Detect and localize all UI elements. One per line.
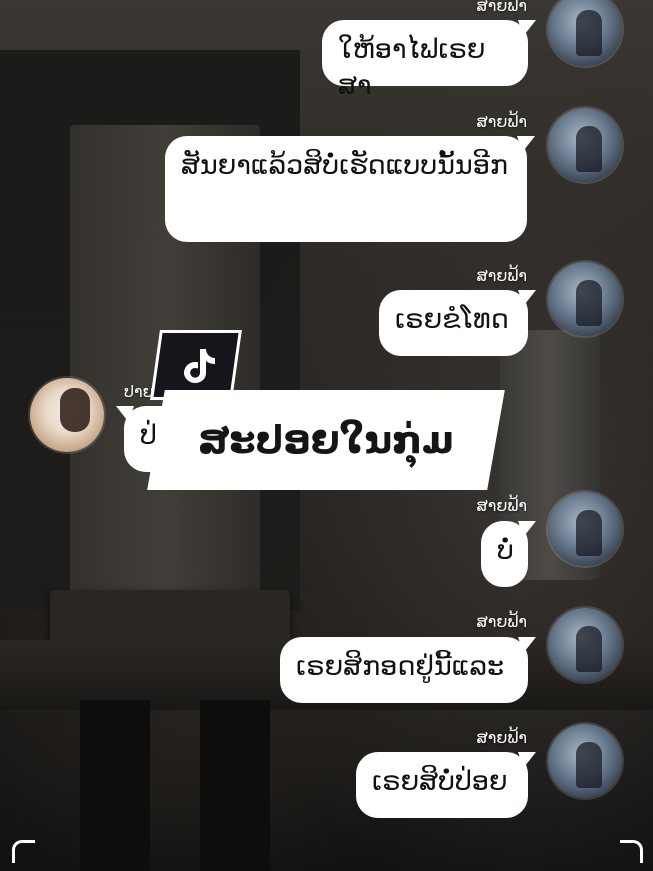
avatar[interactable]	[548, 492, 622, 566]
background-table-leg	[200, 700, 270, 871]
overlay-title: ສະປອຍໃນກຸ່ມ	[198, 418, 454, 462]
sender-name: ສາຍຟ້າ	[476, 0, 527, 15]
frame-corner-bottom-left	[12, 840, 35, 863]
avatar[interactable]	[30, 378, 104, 452]
message-bubble: ເຣຍສິບໍ່ປ່ອຍ	[356, 752, 528, 818]
sender-name: ສາຍຟ້າ	[476, 266, 527, 285]
avatar[interactable]	[548, 108, 622, 182]
message-bubble: ເຣຍສິກອດຢູ່ນີ້ແລະ	[280, 637, 528, 703]
background-table-leg	[80, 700, 150, 871]
frame-corner-bottom-right	[620, 840, 643, 863]
avatar[interactable]	[548, 608, 622, 682]
sender-name: ສາຍຟ້າ	[476, 728, 527, 747]
message-bubble: ໃຫ້ອາໄຟເຣຍສາ	[322, 20, 528, 101]
sender-name: ປາຍ	[124, 382, 154, 401]
message-bubble: ບໍ່	[481, 521, 528, 587]
message-bubble: ສັນຍາແລ້ວສິບໍ່ເຮັດແບບນັ້ນອີກ	[165, 136, 527, 242]
avatar[interactable]	[548, 724, 622, 798]
tiktok-note-icon	[184, 349, 215, 383]
avatar[interactable]	[548, 262, 622, 336]
sender-name: ສາຍຟ້າ	[476, 612, 527, 631]
sender-name: ສາຍຟ້າ	[476, 496, 527, 515]
sender-name: ສາຍຟ້າ	[476, 112, 527, 131]
overlay-title-banner: ສະປອຍໃນກຸ່ມ	[147, 390, 505, 490]
message-bubble: ເຣຍຂໍໂທດ	[379, 290, 528, 356]
